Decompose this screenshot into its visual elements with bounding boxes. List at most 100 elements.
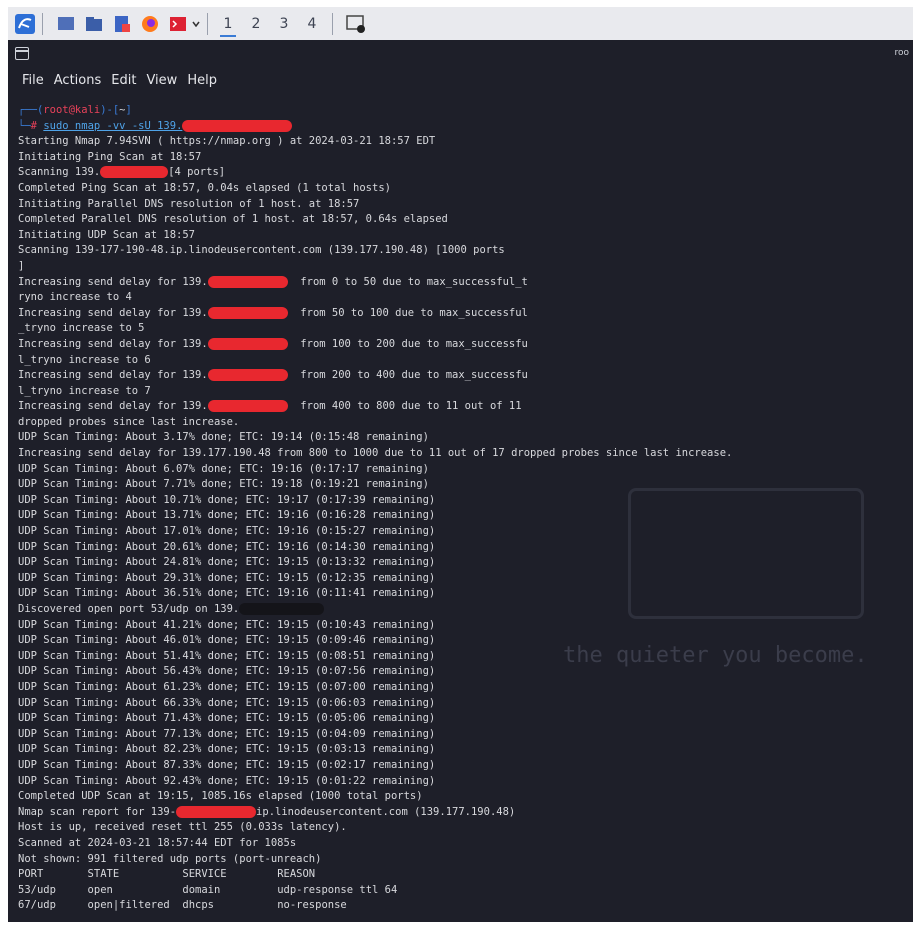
firefox-icon[interactable] — [139, 13, 161, 35]
output-line: UDP Scan Timing: About 71.43% done; ETC:… — [18, 711, 913, 727]
menu-actions[interactable]: Actions — [54, 73, 102, 88]
output-line: UDP Scan Timing: About 20.61% done; ETC:… — [18, 540, 913, 556]
table-cell: SERVICE — [182, 868, 278, 881]
table-cell: 67/udp — [18, 899, 88, 912]
output-text: UDP Scan Timing: About 56.43% done; ETC:… — [18, 665, 436, 678]
output-text: from 50 to 100 due to max_successful — [287, 306, 528, 319]
menu-view[interactable]: View — [146, 73, 177, 88]
output-line: Increasing send delay for 139. from 100 … — [18, 337, 913, 353]
terminal-menubar: File Actions Edit View Help — [8, 68, 913, 92]
menu-help[interactable]: Help — [187, 73, 217, 88]
output-text: l_tryno increase to 6 — [18, 353, 151, 366]
terminal-icon — [15, 47, 29, 60]
output-text: UDP Scan Timing: About 61.23% done; ETC:… — [18, 680, 436, 693]
output-line: Scanning 139-177-190-48.ip.linodeusercon… — [18, 243, 913, 259]
desktop-screen: 1 2 3 4 roo File Actions Edit View Help … — [8, 7, 913, 922]
output-text: from 0 to 50 due to max_successful_t — [287, 275, 528, 288]
taskbar-separator — [332, 12, 333, 35]
table-cell: open|filtered — [87, 899, 183, 912]
output-text: Increasing send delay for 139. — [18, 306, 208, 319]
output-line: Not shown: 991 filtered udp ports (port-… — [18, 852, 913, 868]
output-line: UDP Scan Timing: About 66.33% done; ETC:… — [18, 696, 913, 712]
output-text: Increasing send delay for 139. — [18, 275, 208, 288]
output-text: Scanned at 2024-03-21 18:57:44 EDT for 1… — [18, 836, 297, 849]
output-line: ] — [18, 259, 913, 275]
workspace-3[interactable]: 3 — [270, 11, 298, 37]
terminal-output[interactable]: ┌──(root@kali)-[~] └─# sudo nmap -vv -sU … — [18, 103, 913, 914]
output-text: UDP Scan Timing: About 6.07% done; ETC: … — [18, 462, 429, 475]
output-line: _tryno increase to 5 — [18, 321, 913, 337]
output-text: UDP Scan Timing: About 87.33% done; ETC:… — [18, 758, 436, 771]
output-text: UDP Scan Timing: About 66.33% done; ETC:… — [18, 696, 436, 709]
output-text: Increasing send delay for 139.177.190.48… — [18, 447, 733, 460]
command-text: sudo nmap -vv -sU 139. — [43, 119, 183, 132]
output-line: UDP Scan Timing: About 17.01% done; ETC:… — [18, 524, 913, 540]
output-text: ] — [18, 259, 25, 272]
redaction-mark — [182, 119, 293, 132]
output-line: Initiating Parallel DNS resolution of 1 … — [18, 197, 913, 213]
output-line: Increasing send delay for 139. from 200 … — [18, 368, 913, 384]
terminal-titlebar[interactable]: roo — [8, 40, 913, 68]
output-text: from 200 to 400 due to max_successfu — [287, 369, 528, 382]
redaction-mark — [207, 306, 288, 319]
output-text: UDP Scan Timing: About 41.21% done; ETC:… — [18, 618, 436, 631]
output-text: UDP Scan Timing: About 77.13% done; ETC:… — [18, 727, 436, 740]
kali-menu-icon[interactable] — [14, 13, 36, 35]
table-cell: dhcps — [182, 899, 278, 912]
output-text: Completed Parallel DNS resolution of 1 h… — [18, 213, 448, 226]
output-line: Host is up, received reset ttl 255 (0.03… — [18, 820, 913, 836]
menu-edit[interactable]: Edit — [111, 73, 136, 88]
output-line: Increasing send delay for 139.177.190.48… — [18, 446, 913, 462]
workspace-4[interactable]: 4 — [298, 11, 326, 37]
show-desktop-icon[interactable] — [55, 13, 77, 35]
output-text: Completed Ping Scan at 18:57, 0.04s elap… — [18, 181, 391, 194]
output-line: UDP Scan Timing: About 51.41% done; ETC:… — [18, 649, 913, 665]
prompt-symbol: # — [30, 119, 44, 132]
terminal-launcher-icon[interactable] — [167, 13, 189, 35]
output-text: Increasing send delay for 139. — [18, 400, 208, 413]
file-manager-icon[interactable] — [83, 13, 105, 35]
output-line: UDP Scan Timing: About 77.13% done; ETC:… — [18, 727, 913, 743]
output-line: l_tryno increase to 6 — [18, 353, 913, 369]
table-cell: REASON — [277, 868, 316, 881]
output-text: UDP Scan Timing: About 17.01% done; ETC:… — [18, 525, 436, 538]
prompt-user: root@kali — [43, 104, 101, 116]
prompt-frame: ] — [125, 104, 132, 116]
output-line: UDP Scan Timing: About 3.17% done; ETC: … — [18, 430, 913, 446]
redaction-mark — [207, 275, 288, 288]
output-text: UDP Scan Timing: About 36.51% done; ETC:… — [18, 587, 436, 600]
output-line: UDP Scan Timing: About 6.07% done; ETC: … — [18, 462, 913, 478]
terminal-title: roo — [894, 48, 909, 58]
output-line: Scanning 139. [4 ports] — [18, 165, 913, 181]
output-text: Completed UDP Scan at 19:15, 1085.16s el… — [18, 790, 423, 803]
taskbar-separator — [207, 12, 208, 35]
text-editor-icon[interactable] — [111, 13, 133, 35]
menu-file[interactable]: File — [22, 73, 44, 88]
taskbar-separator — [42, 12, 43, 35]
output-text: Not shown: 991 filtered udp ports (port-… — [18, 852, 322, 865]
output-text: Initiating Parallel DNS resolution of 1 … — [18, 197, 360, 210]
output-text: Initiating Ping Scan at 18:57 — [18, 150, 202, 163]
output-line: Completed UDP Scan at 19:15, 1085.16s el… — [18, 789, 913, 805]
workspace-1[interactable]: 1 — [214, 11, 242, 37]
prompt-frame: └─ — [18, 119, 31, 132]
output-line: dropped probes since last increase. — [18, 415, 913, 431]
output-line: Discovered open port 53/udp on 139. — [18, 602, 913, 618]
workspace-2[interactable]: 2 — [242, 11, 270, 37]
chevron-down-icon[interactable] — [191, 13, 201, 35]
output-line: UDP Scan Timing: About 24.81% done; ETC:… — [18, 555, 913, 571]
terminal-window[interactable]: roo File Actions Edit View Help the quie… — [8, 40, 913, 922]
ports-table-header: PORT STATE SERVICE REASON — [18, 867, 913, 883]
output-text: Nmap scan report for 139- — [18, 805, 177, 818]
output-text: _tryno increase to 5 — [18, 322, 145, 335]
table-cell: STATE — [87, 868, 183, 881]
output-text: from 100 to 200 due to max_successfu — [287, 337, 528, 350]
output-text: UDP Scan Timing: About 82.23% done; ETC:… — [18, 743, 436, 756]
redaction-mark — [207, 337, 288, 350]
output-text: UDP Scan Timing: About 92.43% done; ETC:… — [18, 774, 436, 787]
output-line: Nmap scan report for 139- ip.linodeuserco… — [18, 805, 913, 821]
output-line: Increasing send delay for 139. from 0 to… — [18, 275, 913, 291]
terminal-window-icon[interactable] — [345, 13, 367, 35]
output-text: UDP Scan Timing: About 10.71% done; ETC:… — [18, 493, 436, 506]
table-cell: PORT — [18, 868, 88, 881]
